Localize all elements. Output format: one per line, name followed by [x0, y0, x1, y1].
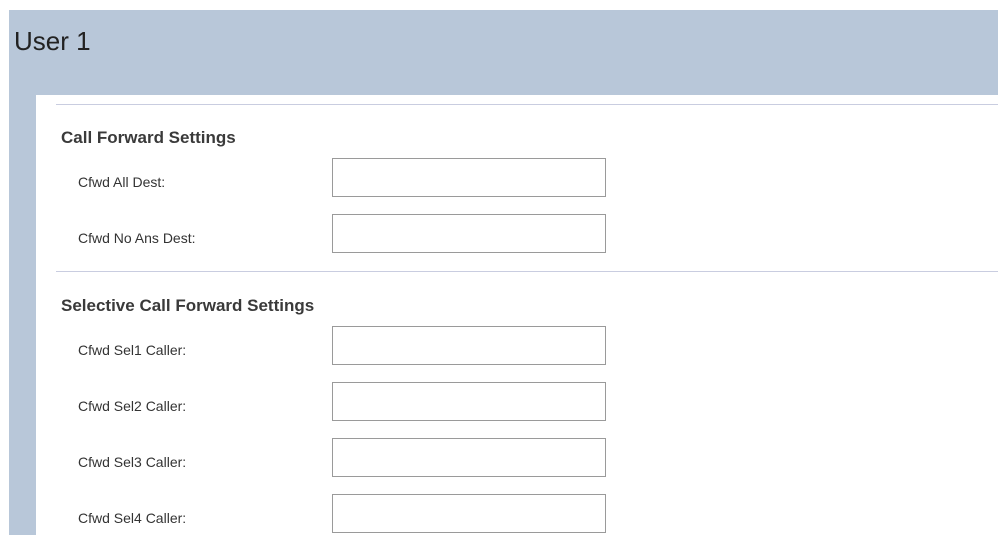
settings-panel: Call Forward Settings Cfwd All Dest: Cfw…	[36, 95, 998, 535]
cfwd-sel4-caller-label: Cfwd Sel4 Caller:	[78, 510, 187, 526]
cfwd-sel3-caller-label: Cfwd Sel3 Caller:	[78, 454, 187, 470]
section-divider	[56, 271, 998, 272]
cfwd-sel3-caller-input[interactable]	[332, 438, 606, 477]
cfwd-sel4-caller-input[interactable]	[332, 494, 606, 533]
cfwd-all-dest-label: Cfwd All Dest:	[78, 174, 166, 190]
cfwd-no-ans-dest-label: Cfwd No Ans Dest:	[78, 230, 196, 246]
cfwd-all-dest-input[interactable]	[332, 158, 606, 197]
cfwd-sel1-caller-label: Cfwd Sel1 Caller:	[78, 342, 187, 358]
section-divider	[56, 104, 998, 105]
cfwd-sel1-caller-input[interactable]	[332, 326, 606, 365]
selective-call-forward-section-title: Selective Call Forward Settings	[61, 296, 315, 315]
cfwd-sel2-caller-input[interactable]	[332, 382, 606, 421]
page-title: User 1	[14, 26, 91, 56]
call-forward-section-title: Call Forward Settings	[61, 128, 236, 147]
cfwd-no-ans-dest-input[interactable]	[332, 214, 606, 253]
cfwd-sel2-caller-label: Cfwd Sel2 Caller:	[78, 398, 187, 414]
